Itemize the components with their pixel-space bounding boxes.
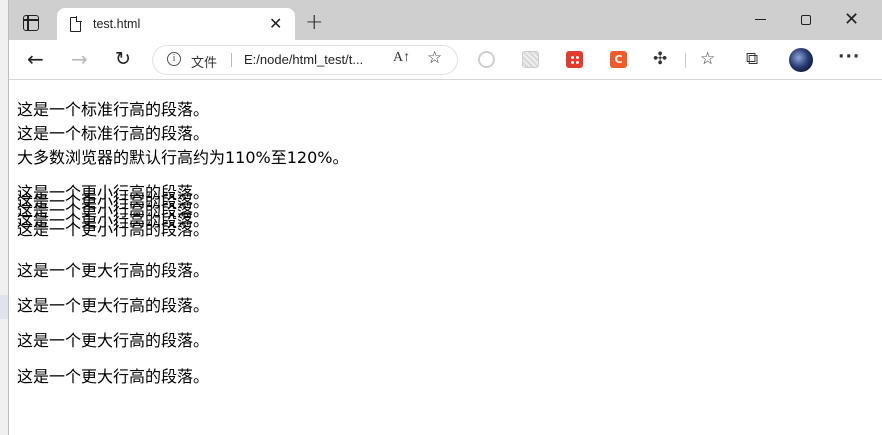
tab-title: test.html: [93, 17, 141, 31]
paragraph-large-lineheight: 这是一个更大行高的段落。: [17, 367, 210, 386]
refresh-icon[interactable]: ↻: [115, 48, 131, 70]
paragraph-small-lineheight: 这是一个更小行高的段落。: [17, 220, 210, 239]
info-icon[interactable]: i: [167, 52, 181, 66]
paragraph-large-lineheight: 这是一个更大行高的段落。: [17, 261, 210, 280]
browser-window: test.html ✕ + ✕ ← → ↻ i 文件 E:/node/html_…: [8, 0, 882, 435]
address-separator: [231, 53, 232, 67]
paragraph-large-lineheight: 这是一个更大行高的段落。: [17, 296, 210, 315]
tab-test-html[interactable]: test.html ✕: [57, 8, 295, 42]
avatar[interactable]: [789, 48, 813, 72]
close-icon[interactable]: ✕: [269, 14, 282, 34]
c-extension-icon[interactable]: C: [610, 51, 627, 68]
tab-actions-icon[interactable]: [23, 15, 39, 31]
window-close-icon[interactable]: ✕: [844, 9, 859, 30]
extension-icon[interactable]: [478, 51, 495, 68]
paragraph-note: 大多数浏览器的默认行高约为110%至120%。: [17, 148, 349, 167]
paragraph-large-lineheight: 这是一个更大行高的段落。: [17, 331, 210, 350]
star-plus-icon[interactable]: ☆: [427, 48, 442, 68]
dice-extension-icon[interactable]: [566, 51, 583, 68]
puzzle-icon[interactable]: ✣: [653, 49, 667, 69]
security-label: 文件: [191, 56, 218, 71]
title-bar: test.html ✕ + ✕: [9, 0, 882, 42]
page-content: 这是一个标准行高的段落。 这是一个标准行高的段落。 大多数浏览器的默认行高约为1…: [9, 80, 882, 435]
paragraph-normal: 这是一个标准行高的段落。: [17, 124, 210, 143]
paragraph-normal: 这是一个标准行高的段落。: [17, 100, 210, 119]
toolbar-separator: [685, 53, 686, 68]
navigation-toolbar: ← → ↻ i 文件 E:/node/html_test/t... A↑ ☆ C…: [9, 40, 882, 80]
url-text[interactable]: E:/node/html_test/t...: [244, 52, 363, 67]
read-aloud-icon[interactable]: A↑: [393, 50, 410, 66]
collections-icon[interactable]: ⧉: [746, 49, 758, 69]
minimize-icon[interactable]: [755, 19, 766, 21]
page-icon: [70, 16, 82, 32]
extension-icon[interactable]: [522, 51, 539, 68]
arrow-left-icon[interactable]: ←: [27, 48, 44, 70]
plus-icon[interactable]: +: [305, 12, 323, 34]
desktop-edge-highlight: [0, 295, 8, 319]
desktop-edge: [0, 0, 8, 435]
maximize-icon[interactable]: [801, 15, 811, 25]
star-list-icon[interactable]: ☆: [700, 49, 715, 69]
ellipsis-icon[interactable]: ···: [838, 47, 860, 67]
arrow-right-icon: →: [71, 47, 88, 71]
address-bar[interactable]: i 文件 E:/node/html_test/t... A↑ ☆: [153, 46, 457, 74]
